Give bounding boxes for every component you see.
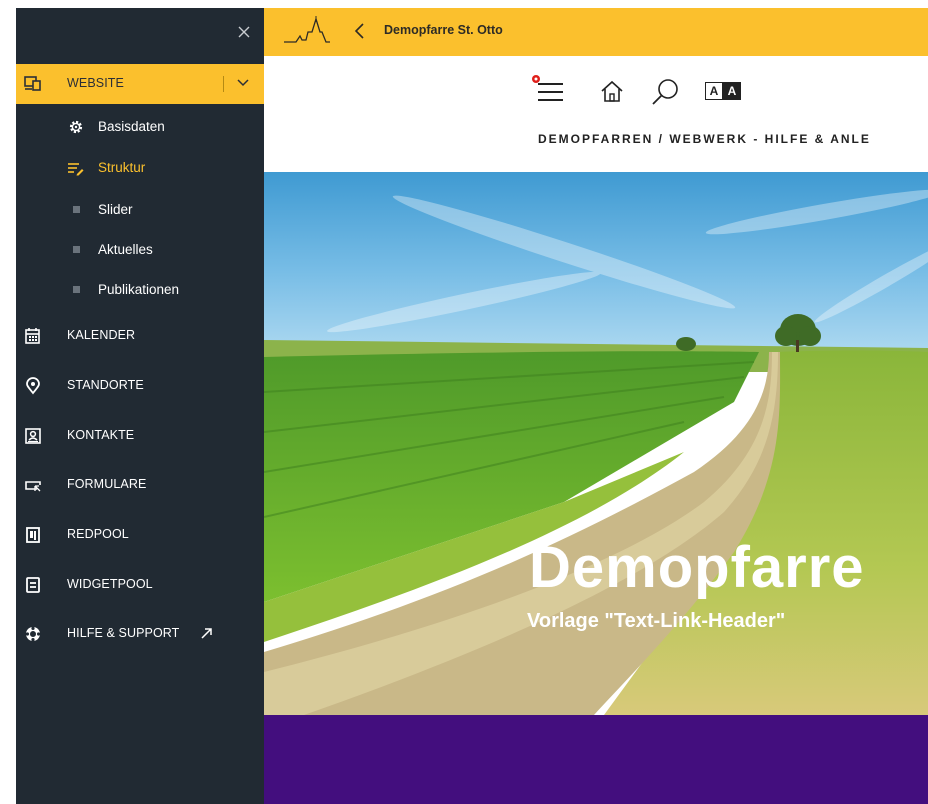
home-icon[interactable] [598, 78, 626, 106]
external-link-icon [201, 628, 212, 639]
hero-title: Demopfarre [529, 535, 865, 600]
lifebuoy-icon [25, 626, 41, 642]
landscape-image [264, 172, 928, 715]
sidebar-subitem-basisdaten[interactable]: Basisdaten [68, 110, 264, 144]
bullet-square-icon [73, 286, 80, 293]
search-icon[interactable] [650, 76, 682, 108]
app-window: WEBSITE Basisdaten Struktur Slider Aktue… [0, 0, 928, 804]
redpool-icon [26, 527, 40, 543]
structure-edit-icon [68, 163, 84, 176]
site-name: Demopfarre St. Otto [384, 23, 503, 37]
website-preview: A A DEMOPFARREN / WEBWERK - HILFE & ANLE [264, 56, 928, 804]
contact-card-icon [25, 428, 41, 444]
close-sidebar-button[interactable] [230, 18, 258, 46]
church-logo-icon[interactable] [282, 14, 332, 48]
divider [223, 76, 224, 92]
gear-icon [69, 120, 83, 134]
bullet-square-icon [73, 206, 80, 213]
sidebar: WEBSITE Basisdaten Struktur Slider Aktue… [16, 8, 264, 804]
widget-icon [26, 577, 40, 593]
bullet-square-icon [73, 246, 80, 253]
sidebar-item-label: WIDGETPOOL [67, 577, 153, 591]
sidebar-subitem-label: Aktuelles [98, 242, 153, 257]
sidebar-subitem-slider[interactable]: Slider [68, 193, 264, 227]
sidebar-item-label: REDPOOL [67, 527, 129, 541]
sidebar-item-kontakte[interactable]: KONTAKTE [16, 417, 264, 455]
font-size-toggle[interactable]: A A [705, 82, 741, 102]
sidebar-item-label: FORMULARE [67, 477, 147, 491]
sidebar-item-label: HILFE & SUPPORT [67, 626, 180, 640]
top-bar: Demopfarre St. Otto [264, 8, 928, 56]
sidebar-item-label: WEBSITE [67, 76, 124, 90]
sidebar-item-redpool[interactable]: REDPOOL [16, 516, 264, 554]
sidebar-item-standorte[interactable]: STANDORTE [16, 367, 264, 405]
calendar-icon [25, 328, 40, 344]
sidebar-item-widgetpool[interactable]: WIDGETPOOL [16, 566, 264, 604]
sidebar-item-hilfe-support[interactable]: HILFE & SUPPORT [16, 615, 264, 653]
sidebar-item-kalender[interactable]: KALENDER [16, 317, 264, 355]
sidebar-item-label: STANDORTE [67, 378, 144, 392]
sidebar-subitem-label: Slider [98, 202, 133, 217]
sidebar-subitem-label: Basisdaten [98, 119, 165, 134]
hamburger-menu-icon[interactable] [530, 74, 566, 106]
breadcrumb[interactable]: DEMOPFARREN / WEBWERK - HILFE & ANLE [538, 132, 871, 146]
hero-subtitle: Vorlage "Text-Link-Header" [527, 610, 786, 632]
close-icon [238, 26, 250, 38]
sidebar-subitem-publikationen[interactable]: Publikationen [68, 273, 264, 307]
sidebar-subitem-struktur[interactable]: Struktur [68, 151, 264, 185]
form-icon [25, 481, 41, 492]
purple-band [264, 715, 928, 804]
sidebar-item-label: KALENDER [67, 328, 136, 342]
font-size-large[interactable]: A [723, 82, 741, 100]
website-device-icon [24, 76, 41, 91]
sidebar-item-formulare[interactable]: FORMULARE [16, 466, 264, 504]
sidebar-subitem-label: Struktur [98, 160, 146, 175]
chevron-left-icon[interactable] [352, 20, 368, 42]
sidebar-item-website[interactable]: WEBSITE [16, 64, 264, 104]
sidebar-subitem-label: Publikationen [98, 282, 180, 297]
chevron-down-icon[interactable] [236, 76, 250, 90]
location-pin-icon [26, 377, 40, 395]
hero-image: Demopfarre Vorlage "Text-Link-Header" [264, 172, 928, 715]
sidebar-item-label: KONTAKTE [67, 428, 135, 442]
sidebar-header [16, 8, 264, 56]
sidebar-subitem-aktuelles[interactable]: Aktuelles [68, 233, 264, 267]
font-size-normal[interactable]: A [705, 82, 723, 100]
